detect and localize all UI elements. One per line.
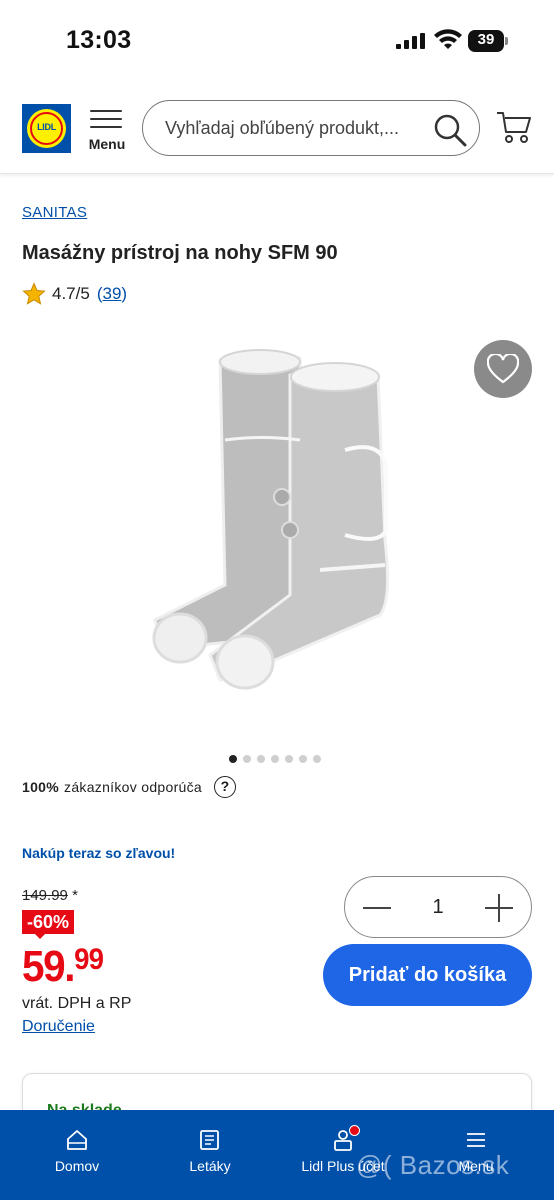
rating-count[interactable]: 39 xyxy=(102,284,121,303)
lidl-logo[interactable]: LIDL xyxy=(22,104,71,153)
carousel-dot[interactable] xyxy=(285,755,293,763)
add-to-cart-button[interactable]: Pridať do košíka xyxy=(323,944,532,1006)
image-carousel-dots[interactable] xyxy=(229,755,321,763)
carousel-dot[interactable] xyxy=(257,755,265,763)
status-bar: 13:03 39 xyxy=(0,0,554,82)
nav-leaflets-label: Letáky xyxy=(189,1158,231,1174)
old-price-mark: * xyxy=(72,887,78,904)
nav-home-label: Domov xyxy=(54,1158,100,1174)
vat-note: vrát. DPH a RP xyxy=(22,995,132,1012)
carousel-dot[interactable] xyxy=(229,755,237,763)
hamburger-icon xyxy=(90,110,122,128)
favorite-button[interactable] xyxy=(474,340,532,398)
price: 59.99 xyxy=(22,936,104,991)
help-icon[interactable]: ? xyxy=(214,776,237,798)
logo-text: LIDL xyxy=(37,122,56,132)
battery-icon: 39 xyxy=(468,30,508,52)
menu-button[interactable]: Menu xyxy=(84,104,130,156)
search-icon[interactable] xyxy=(433,113,467,147)
brand-link[interactable]: SANITAS xyxy=(22,204,87,221)
price-cents: 99 xyxy=(74,943,104,976)
hamburger-icon xyxy=(467,1133,485,1147)
newspaper-icon xyxy=(200,1130,219,1150)
recommendation: 100% zákazníkov odporúča ? xyxy=(22,776,237,798)
status-time: 13:03 xyxy=(66,26,132,54)
cellular-signal-icon xyxy=(396,33,425,49)
carousel-dot[interactable] xyxy=(243,755,251,763)
carousel-dot[interactable] xyxy=(313,755,321,763)
recommend-percent: 100% xyxy=(22,779,60,795)
product-title: Masážny prístroj na nohy SFM 90 xyxy=(22,242,338,264)
old-price: 149.99 * xyxy=(22,887,78,904)
search-placeholder: Vyhľadaj obľúbený produkt,... xyxy=(165,118,399,138)
search-input[interactable]: Vyhľadaj obľúbený produkt,... xyxy=(142,100,480,156)
quantity-stepper[interactable]: 1 xyxy=(344,876,532,938)
plus-icon-vertical xyxy=(498,894,500,922)
nav-home[interactable]: Domov xyxy=(22,1128,132,1188)
carousel-dot[interactable] xyxy=(299,755,307,763)
star-icon xyxy=(22,282,46,305)
heart-icon xyxy=(487,354,519,384)
notification-badge xyxy=(349,1125,360,1136)
promo-text: Nakúp teraz so zľavou! xyxy=(22,845,176,861)
rating: 4.7/5 (39) xyxy=(22,282,127,306)
nav-leaflets[interactable]: Letáky xyxy=(155,1128,265,1188)
carousel-dot[interactable] xyxy=(271,755,279,763)
cart-icon[interactable] xyxy=(496,110,532,144)
app-header: LIDL Menu Vyhľadaj obľúbený produkt,... xyxy=(0,82,554,174)
wifi-icon xyxy=(434,29,462,49)
rating-count-link[interactable]: (39) xyxy=(97,284,127,304)
product-image[interactable] xyxy=(140,340,400,700)
rating-value: 4.7/5 xyxy=(52,284,90,303)
recommend-text: zákazníkov odporúča xyxy=(64,779,203,795)
delivery-link[interactable]: Doručenie xyxy=(22,1018,95,1036)
watermark: @( Bazos.sk xyxy=(356,1150,510,1180)
battery-level: 39 xyxy=(477,31,495,48)
old-price-value: 149.99 xyxy=(22,887,68,904)
menu-label: Menu xyxy=(88,136,126,152)
discount-badge: -60% xyxy=(22,910,75,934)
home-icon xyxy=(67,1130,87,1150)
price-main: 59. xyxy=(22,942,76,991)
